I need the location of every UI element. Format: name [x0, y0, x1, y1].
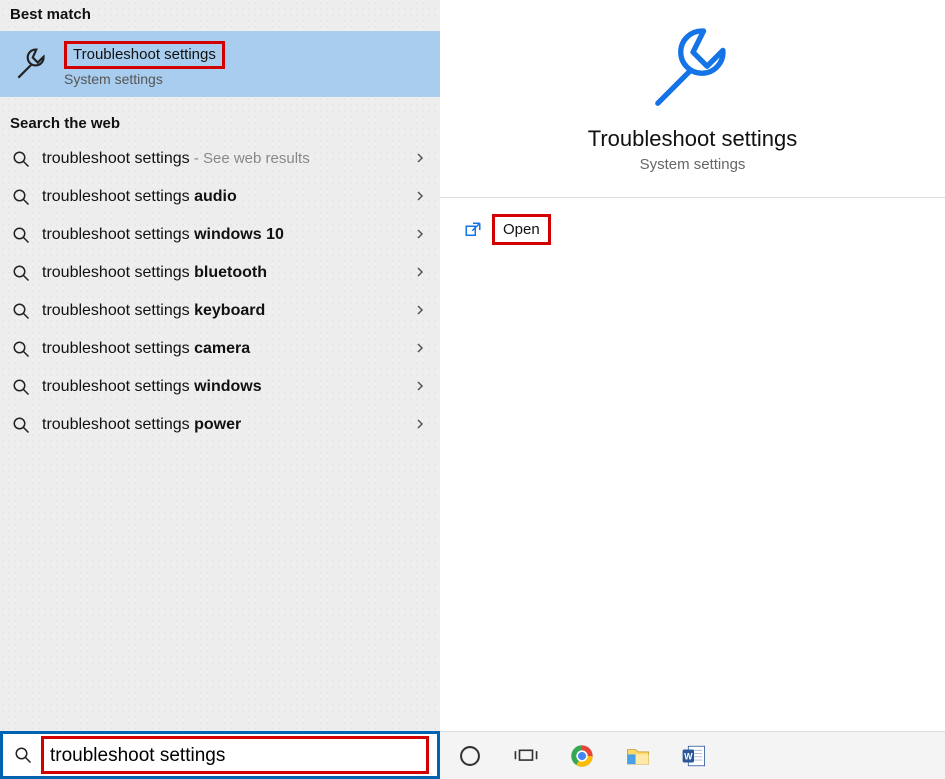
svg-text:W: W [684, 751, 693, 761]
web-result-label: troubleshoot settings power [42, 416, 404, 434]
search-icon [10, 188, 32, 206]
preview-subtitle: System settings [640, 156, 746, 173]
file-explorer-icon[interactable] [622, 740, 654, 772]
web-result-label: troubleshoot settings camera [42, 340, 404, 358]
web-result-label: troubleshoot settings bluetooth [42, 264, 404, 282]
preview-pane: Troubleshoot settings System settings Op… [440, 0, 945, 779]
web-result[interactable]: troubleshoot settings audio [0, 178, 440, 216]
chevron-right-icon [414, 227, 426, 244]
search-input-highlight [41, 736, 429, 774]
best-match-subtitle: System settings [64, 71, 225, 87]
chevron-right-icon [414, 265, 426, 282]
cortana-icon[interactable] [454, 740, 486, 772]
search-icon [10, 226, 32, 244]
chevron-right-icon [414, 341, 426, 358]
web-result-label: troubleshoot settings windows [42, 378, 404, 396]
best-match-header: Best match [0, 0, 440, 31]
taskbar: W [440, 731, 945, 779]
search-input[interactable] [48, 741, 422, 771]
web-result[interactable]: troubleshoot settings - See web results [0, 140, 440, 178]
search-icon [11, 746, 35, 764]
chevron-right-icon [414, 151, 426, 168]
chevron-right-icon [414, 303, 426, 320]
search-icon [10, 264, 32, 282]
web-result-label: troubleshoot settings - See web results [42, 150, 404, 168]
wrench-icon [12, 46, 52, 82]
search-icon [10, 150, 32, 168]
word-icon[interactable]: W [678, 740, 710, 772]
search-results-pane: Best match Troubleshoot settings System … [0, 0, 440, 779]
best-match-title: Troubleshoot settings [64, 41, 225, 69]
best-match-result[interactable]: Troubleshoot settings System settings [0, 31, 440, 97]
search-bar[interactable] [0, 731, 440, 779]
chrome-icon[interactable] [566, 740, 598, 772]
search-icon [10, 340, 32, 358]
open-action[interactable]: Open [464, 214, 921, 245]
web-results-list: troubleshoot settings - See web results t… [0, 140, 440, 444]
web-result-label: troubleshoot settings windows 10 [42, 226, 404, 244]
web-result[interactable]: troubleshoot settings power [0, 406, 440, 444]
open-icon [464, 221, 482, 239]
web-result[interactable]: troubleshoot settings windows [0, 368, 440, 406]
search-icon [10, 378, 32, 396]
search-icon [10, 302, 32, 320]
chevron-right-icon [414, 379, 426, 396]
web-result-label: troubleshoot settings audio [42, 188, 404, 206]
chevron-right-icon [414, 417, 426, 434]
web-result[interactable]: troubleshoot settings bluetooth [0, 254, 440, 292]
open-label: Open [492, 214, 551, 245]
search-web-header: Search the web [0, 109, 440, 140]
preview-title: Troubleshoot settings [588, 126, 798, 152]
task-view-icon[interactable] [510, 740, 542, 772]
search-icon [10, 416, 32, 434]
wrench-icon [649, 24, 737, 126]
web-result-label: troubleshoot settings keyboard [42, 302, 404, 320]
web-result[interactable]: troubleshoot settings keyboard [0, 292, 440, 330]
chevron-right-icon [414, 189, 426, 206]
web-result[interactable]: troubleshoot settings camera [0, 330, 440, 368]
web-result[interactable]: troubleshoot settings windows 10 [0, 216, 440, 254]
